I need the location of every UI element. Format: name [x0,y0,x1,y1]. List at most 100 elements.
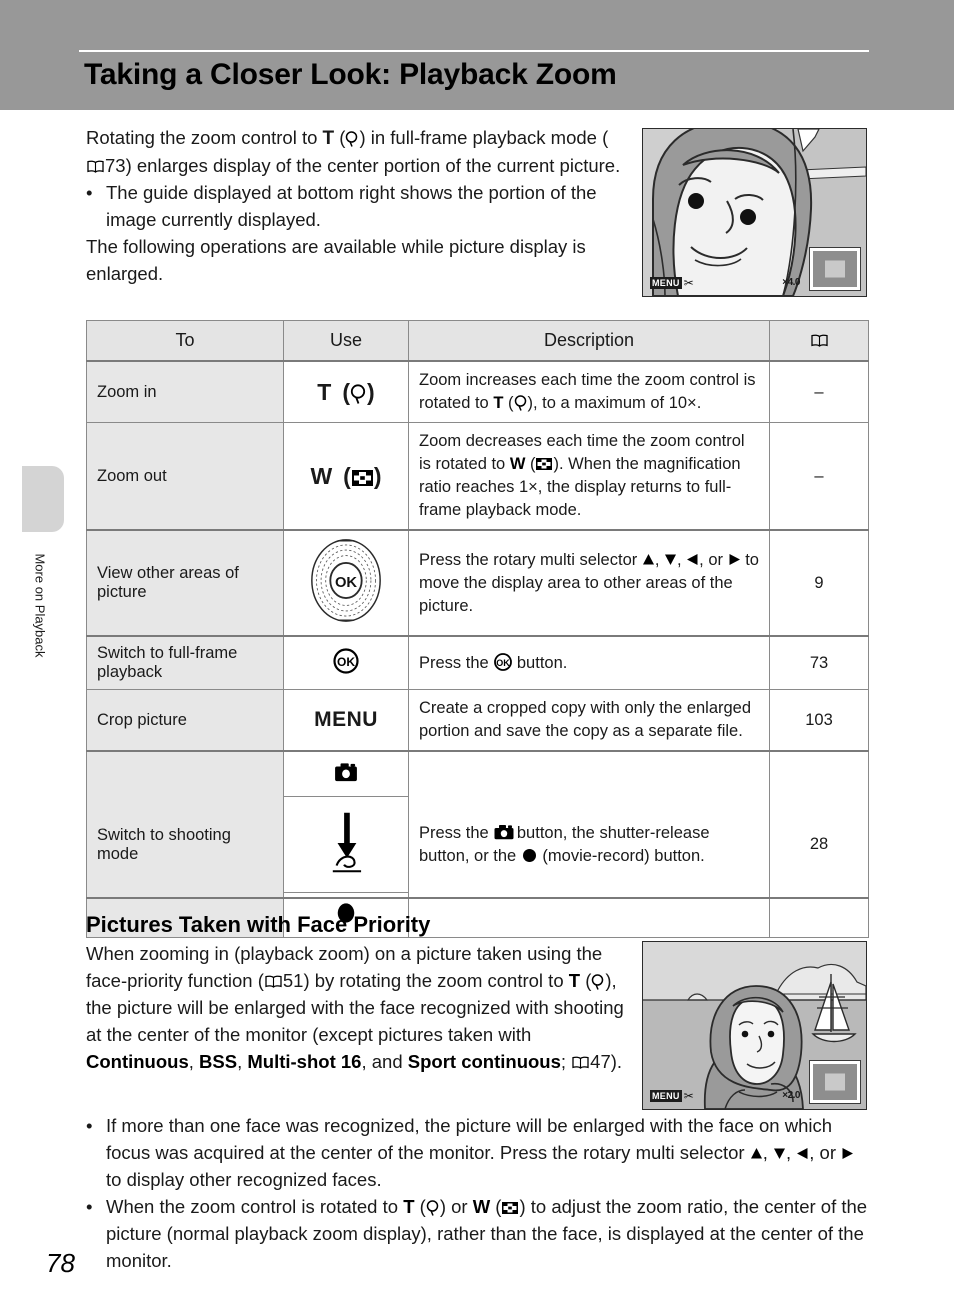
scissors-icon: ✂ [683,1089,694,1103]
book-icon [87,160,104,173]
rotary-multi-selector-icon: OK [310,538,382,628]
fp-text-f: , [237,1051,248,1072]
desc-text-d: , or [699,550,728,569]
fp-bullet-text-c: , [785,1142,797,1163]
book-icon [572,1056,589,1069]
page-header-band: Taking a Closer Look: Playback Zoom [0,0,954,110]
table-header-row: To Use Description [86,320,869,362]
fp-bullet-text-a: If more than one face was recognized, th… [106,1115,833,1163]
menu-indicator: MENU ✂ [650,277,694,289]
menu-chip-label: MENU [650,277,682,289]
row-desc-zoom-out: Zoom decreases each time the zoom contro… [408,422,770,531]
table-row-view-other-areas: View other areas of picture OK Press the… [86,529,869,637]
book-icon [265,975,282,988]
zoom-ratio-label: ×4.0 [782,277,800,288]
intro-text-c: ) in full-frame playback mode ( [359,127,609,148]
table-row-shooting-mode: Switch to shooting mode Press the button… [86,750,869,938]
header-rule [79,50,869,52]
zoom-T-label: T [317,378,332,405]
arrow-down-icon [773,1140,786,1159]
intro-text-a: Rotating the zoom control to [86,127,323,148]
arrow-right-icon [841,1140,854,1159]
fp-bullet2-text-c: ) or [439,1196,473,1217]
intro-paragraph-2: The following operations are available w… [86,236,586,284]
row-use-full-frame-playback: OK [283,635,409,690]
arrow-up-icon [750,1140,763,1159]
intro-page-ref-73: 73 [105,155,126,176]
movie-record-icon [522,848,536,862]
row-use-crop-picture: MENU [283,689,409,752]
menu-button-label: MENU [314,708,378,731]
zoom-W-label: W [509,455,526,473]
row-label-view-other-areas: View other areas of picture [86,529,284,637]
arrow-down-icon [664,550,677,565]
shutter-release-cell [284,797,408,893]
row-page-zoom-out: – [769,422,869,531]
zoom-T-label: T [322,128,335,149]
row-page-crop-picture: 103 [769,689,869,752]
arrow-left-icon [686,550,699,565]
fp-bullet-1: • If more than one face was recognized, … [86,1112,872,1193]
row-desc-shooting-mode: Press the button, the shutter-release bu… [408,750,770,938]
row-label-zoom-in: Zoom in [86,360,284,423]
playback-zoom-screen-illustration: MENU ✂ ×4.0 [642,128,867,297]
menu-indicator: MENU ✂ [650,1090,694,1102]
zoom-W-label: W [472,1196,491,1217]
row-page-shooting-mode: 28 [769,750,869,938]
fp-bullet-1-text: If more than one face was recognized, th… [106,1112,872,1193]
face-priority-body: When zooming in (playback zoom) on a pic… [86,940,626,1075]
svg-text:OK: OK [335,575,357,591]
desc-text-b: ( [525,455,536,473]
table-row-crop-picture: Crop picture MENU Create a cropped copy … [86,689,869,752]
fp-text-c: ( [580,970,592,991]
page-number: 78 [46,1248,75,1278]
fp-bullet-2-text: When the zoom control is rotated to T ()… [106,1193,872,1274]
desc-text-c: (movie-record) button. [537,846,705,865]
arrow-right-icon [728,550,741,565]
header-page-ref [769,320,869,362]
arrow-up-icon [642,550,655,564]
section-tab [22,466,64,532]
camera-button-cell [284,752,408,797]
table-row-zoom-in: Zoom in T () Zoom increases each time th… [86,360,869,423]
ok-button-icon: OK [333,647,359,679]
scissors-icon: ✂ [683,276,694,290]
face-priority-bullets: • If more than one face was recognized, … [86,1112,872,1274]
fp-text-g: , and [361,1051,408,1072]
table-row-zoom-out: Zoom out W () Zoom decreases each time t… [86,422,869,531]
section-tab-label: More on Playback [32,553,48,658]
desc-text-a: Press the [419,653,494,672]
wide-icon [536,454,553,470]
intro-text-d: ) enlarges display of the center portion… [125,155,621,176]
guide-crop-area [825,260,845,278]
fp-page-ref-47: 47 [590,1051,611,1072]
row-use-zoom-in: T () [283,360,409,423]
desc-text-a: Press the rotary multi selector [419,550,642,569]
row-label-zoom-out: Zoom out [86,422,284,531]
desc-text-c: , [677,550,687,569]
magnifier-icon [591,970,605,990]
intro-paragraph-1: Rotating the zoom control to T () in ful… [86,124,626,179]
fp-bullet-text-e: to display other recognized faces. [106,1169,382,1190]
fp-page-ref-51: 51 [282,970,304,991]
manual-page: Taking a Closer Look: Playback Zoom More… [0,0,954,1314]
mode-bss: BSS [199,1051,238,1072]
desc-text-b: ( [503,394,514,412]
camera-icon [494,824,514,839]
row-label-shooting-mode: Switch to shooting mode [86,750,284,938]
intro-bullet-1: • The guide displayed at bottom right sh… [86,179,626,233]
desc-text-a: Press the [419,823,494,842]
ok-button-icon: OK [494,652,513,671]
bullet-marker: • [86,182,93,203]
magnifier-icon [345,127,359,147]
row-use-view-other-areas: OK [283,529,409,637]
book-icon [810,334,828,347]
arrow-left-icon [796,1140,809,1159]
row-page-zoom-in: – [769,360,869,423]
magnifier-icon [350,383,367,404]
row-use-shooting-mode [283,750,409,938]
fp-bullet2-text-a: When the zoom control is rotated to [106,1196,404,1217]
zoom-ratio-label: ×2.0 [782,1090,800,1101]
row-page-full-frame-playback: 73 [769,635,869,690]
face-priority-screen-illustration: MENU ✂ ×2.0 [642,941,867,1110]
